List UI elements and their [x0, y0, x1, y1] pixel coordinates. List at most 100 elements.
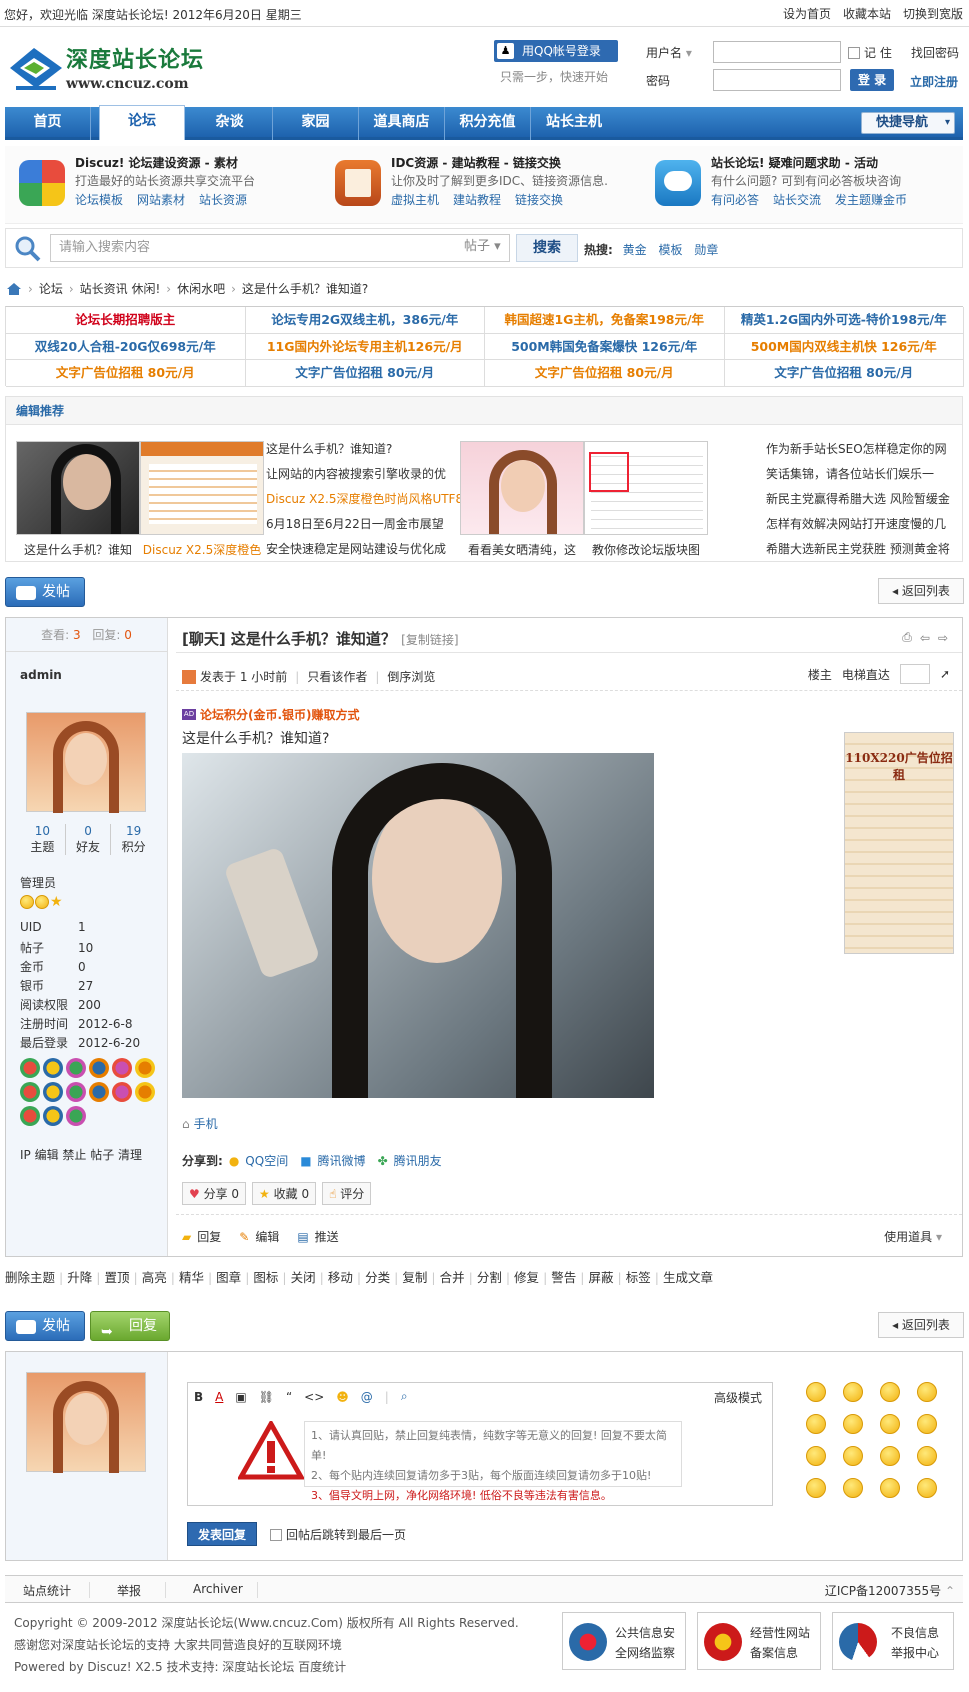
report-center-badge[interactable]: 不良信息 举报中心 [832, 1612, 954, 1670]
password-input[interactable] [713, 69, 841, 91]
hot-search-link[interactable]: 模板 [658, 243, 682, 257]
promo-link[interactable]: 论坛积分(金币.银币)赚取方式 [200, 706, 360, 723]
emoticon-icon[interactable] [806, 1382, 826, 1402]
text-ad-link[interactable]: 文字广告位招租 80元/月 [6, 360, 246, 387]
quote-icon[interactable]: “ [286, 1390, 292, 1404]
emoticon-icon[interactable] [806, 1414, 826, 1434]
security-badge[interactable]: 公共信息安 全网络监察 [562, 1612, 686, 1670]
post-tag[interactable]: ⌂ 手机 [182, 1115, 218, 1132]
emoticon-icon[interactable] [880, 1478, 900, 1498]
only-author-link[interactable]: 只看该作者 [307, 668, 367, 685]
author-name[interactable]: admin [20, 668, 62, 682]
bookmark-link[interactable]: 收藏本站 [843, 5, 891, 22]
share-button[interactable]: ♥ 分享 0 [182, 1182, 247, 1205]
image-icon[interactable]: ▣ [235, 1390, 246, 1404]
username-type-select[interactable]: 用户名 ▾ [646, 44, 692, 61]
feature-link[interactable]: 论坛模板 [75, 193, 123, 207]
site-stats-link[interactable]: 站点统计 [23, 1582, 71, 1599]
feature-link[interactable]: 虚拟主机 [391, 193, 439, 207]
site-logo[interactable]: 深度站长论坛 www.cncuz.com [6, 38, 216, 98]
nav-hosting[interactable]: 站长主机 [531, 107, 617, 140]
emoticon-icon[interactable] [843, 1382, 863, 1402]
avatar[interactable] [26, 712, 146, 813]
medal-icon[interactable] [89, 1082, 109, 1102]
pick-link[interactable]: 让网站的内容被搜索引擎收录的优 [266, 462, 463, 487]
nav-home[interactable]: 首页 [5, 107, 91, 140]
wide-mode-link[interactable]: 切换到宽版 [903, 5, 963, 22]
text-ad-link[interactable]: 文字广告位招租 80元/月 [724, 360, 964, 387]
code-icon[interactable]: <> [304, 1390, 324, 1404]
nav-forum[interactable]: 论坛 [99, 105, 185, 140]
pick-caption[interactable]: Discuz X2.5深度橙色 [137, 541, 267, 558]
medal-icon[interactable] [43, 1058, 63, 1078]
link-icon[interactable]: ⛓ [259, 1390, 274, 1404]
admin-links[interactable]: IP 编辑 禁止 帖子 清理 [20, 1146, 142, 1163]
floor-jump-input[interactable] [899, 664, 930, 684]
next-thread-icon[interactable]: ⇨ [938, 631, 948, 645]
pick-link[interactable]: 这是什么手机？谁知道? [266, 437, 463, 462]
submit-reply-button[interactable]: 发表回复 [187, 1522, 257, 1546]
pick-link[interactable]: 安全快速稳定是网站建设与优化成 [266, 537, 463, 562]
emoticon-icon[interactable] [880, 1446, 900, 1466]
mod-op-link[interactable]: 图标 [253, 1270, 278, 1285]
share-weibo[interactable]: 腾讯微博 [318, 1152, 366, 1169]
text-ad-link[interactable]: 文字广告位招租 80元/月 [485, 360, 725, 387]
emoticon-icon[interactable] [917, 1414, 937, 1434]
breadcrumb-item[interactable]: 休闲水吧 [177, 280, 225, 297]
back-to-list-button[interactable]: ◂ 返回列表 [878, 1312, 964, 1338]
mod-op-link[interactable]: 关闭 [291, 1270, 316, 1285]
pick-link[interactable]: 怎样有效解决网站打开速度慢的几 [766, 512, 950, 537]
post-image[interactable] [182, 753, 654, 1098]
mod-op-link[interactable]: 图章 [216, 1270, 241, 1285]
mod-op-link[interactable]: 分割 [477, 1270, 502, 1285]
pick-link[interactable]: 作为新手站长SEO怎样稳定你的网 [766, 437, 950, 462]
medal-icon[interactable] [89, 1058, 109, 1078]
medal-icon[interactable] [20, 1106, 40, 1126]
nav-zatan[interactable]: 杂谈 [187, 107, 273, 140]
feature-link[interactable]: 有问必答 [711, 193, 759, 207]
nav-shop[interactable]: 道具商店 [359, 107, 445, 140]
mod-op-link[interactable]: 修复 [514, 1270, 539, 1285]
home-icon[interactable] [6, 282, 22, 296]
breadcrumb-item[interactable]: 论坛 [39, 280, 63, 297]
text-ad-link[interactable]: 论坛长期招聘版主 [6, 307, 246, 334]
set-homepage-link[interactable]: 设为首页 [783, 5, 831, 22]
emoticon-icon[interactable] [880, 1382, 900, 1402]
reverse-order-link[interactable]: 倒序浏览 [387, 668, 435, 685]
medal-icon[interactable] [66, 1106, 86, 1126]
emoticon-icon[interactable] [806, 1446, 826, 1466]
pick-link[interactable]: Discuz X2.5深度橙色时尚风格UTF8 [266, 487, 463, 512]
bold-icon[interactable]: B [194, 1390, 203, 1404]
mod-op-link[interactable]: 升降 [67, 1270, 92, 1285]
pick-link[interactable]: 6月18日至6月22日一周金市展望 [266, 512, 463, 537]
share-qzone[interactable]: QQ空间 [245, 1152, 288, 1169]
at-icon[interactable]: @ [361, 1390, 373, 1404]
medal-icon[interactable] [20, 1058, 40, 1078]
attachment-icon[interactable]: ⌕ [401, 1389, 408, 1404]
mod-op-link[interactable]: 分类 [365, 1270, 390, 1285]
feature-link[interactable]: 链接交换 [515, 193, 563, 207]
mod-op-link[interactable]: 警告 [551, 1270, 576, 1285]
emoticon-icon[interactable] [843, 1446, 863, 1466]
mod-op-link[interactable]: 生成文章 [663, 1270, 713, 1285]
rate-button[interactable]: ☝ 评分 [322, 1182, 372, 1205]
back-to-list-button[interactable]: ◂ 返回列表 [878, 578, 964, 604]
pick-caption[interactable]: 这是什么手机？谁知 [13, 541, 143, 558]
mod-op-link[interactable]: 标签 [626, 1270, 651, 1285]
nav-recharge[interactable]: 积分充值 [445, 107, 531, 140]
text-ad-link[interactable]: 500M韩国免备案爆快 126元/年 [485, 333, 725, 360]
register-link[interactable]: 立即注册 [910, 73, 958, 90]
find-password-link[interactable]: 找回密码 [911, 44, 959, 61]
prev-thread-icon[interactable]: ⇦ [920, 631, 930, 645]
pick-image[interactable] [140, 441, 264, 535]
medal-icon[interactable] [112, 1058, 132, 1078]
jump-last-page-checkbox[interactable]: 回帖后跳转到最后一页 [270, 1526, 406, 1543]
pick-image[interactable] [16, 441, 140, 535]
medal-icon[interactable] [112, 1082, 132, 1102]
reply-link[interactable]: 回复 [197, 1228, 221, 1245]
report-link[interactable]: 举报 [117, 1582, 141, 1599]
search-input[interactable]: 请输入搜索内容 [50, 234, 510, 262]
new-post-button[interactable]: 发帖 [5, 577, 85, 607]
search-type-select[interactable]: 帖子 ▾ [464, 235, 501, 254]
feature-link[interactable]: 网站素材 [137, 193, 185, 207]
